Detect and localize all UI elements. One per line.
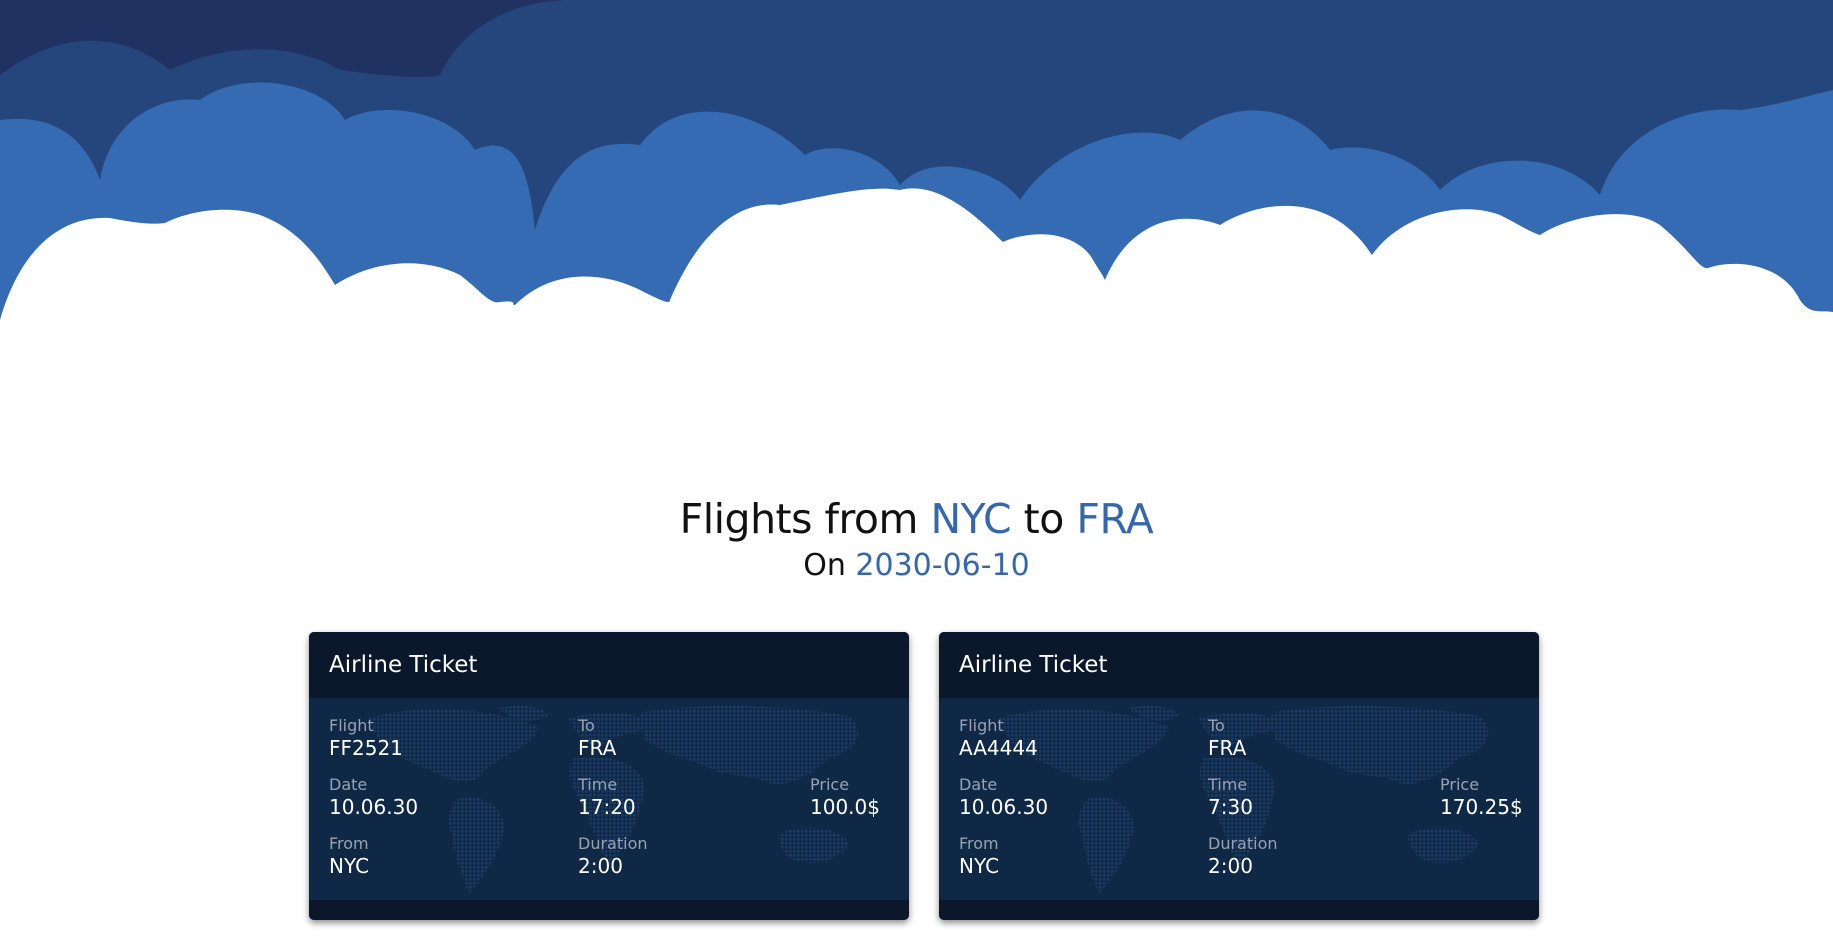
time-field: Time 7:30 [1208, 775, 1253, 820]
cloud-banner [0, 0, 1833, 340]
cloud-layer-back-2 [980, 3, 1833, 80]
search-date: 2030-06-10 [855, 548, 1030, 583]
duration-value: 2:00 [578, 854, 623, 878]
ticket-header: Airline Ticket [939, 632, 1539, 698]
ticket-card[interactable]: Airline Ticket Flight FF2521 To FRA Date… [309, 632, 909, 920]
ticket-body: Flight AA4444 To FRA Date 10.06.30 Time … [939, 698, 1539, 900]
page-title: Flights from NYC to FRA [0, 492, 1833, 546]
flight-field: Flight FF2521 [329, 716, 403, 761]
date-field: Date 10.06.30 [329, 775, 418, 820]
duration-value: 2:00 [1208, 854, 1253, 878]
to-value: FRA [1208, 736, 1247, 760]
price-field: Price 170.25$ [1440, 775, 1523, 820]
date-prefix: On [803, 548, 846, 583]
origin-code: NYC [930, 495, 1012, 543]
duration-label: Duration [1208, 834, 1278, 853]
destination-code: FRA [1076, 495, 1154, 543]
to-value: FRA [578, 736, 617, 760]
time-label: Time [1208, 775, 1248, 794]
time-label: Time [578, 775, 618, 794]
ticket-body: Flight FF2521 To FRA Date 10.06.30 Time … [309, 698, 909, 900]
duration-field: Duration 2:00 [1208, 834, 1278, 879]
title-mid: to [1023, 495, 1065, 543]
price-field: Price 100.0$ [810, 775, 880, 820]
price-label: Price [810, 775, 850, 794]
date-field: Date 10.06.30 [959, 775, 1048, 820]
price-value: 170.25$ [1440, 795, 1523, 819]
from-label: From [959, 834, 999, 853]
flight-label: Flight [329, 716, 374, 735]
time-value: 7:30 [1208, 795, 1253, 819]
to-field: To FRA [578, 716, 616, 761]
flight-number: FF2521 [329, 736, 403, 760]
ticket-header: Airline Ticket [309, 632, 909, 698]
date-label: Date [329, 775, 368, 794]
from-field: From NYC [329, 834, 369, 879]
flight-number: AA4444 [959, 736, 1038, 760]
date-label: Date [959, 775, 998, 794]
date-value: 10.06.30 [959, 795, 1049, 819]
price-label: Price [1440, 775, 1480, 794]
duration-label: Duration [578, 834, 648, 853]
from-field: From NYC [959, 834, 999, 879]
to-label: To [1208, 716, 1225, 735]
page-subtitle: On 2030-06-10 [0, 546, 1833, 586]
time-value: 17:20 [578, 795, 636, 819]
flight-field: Flight AA4444 [959, 716, 1038, 761]
ticket-footer [939, 900, 1539, 920]
to-label: To [578, 716, 595, 735]
from-value: NYC [959, 854, 1000, 878]
date-value: 10.06.30 [329, 795, 419, 819]
from-value: NYC [329, 854, 370, 878]
duration-field: Duration 2:00 [578, 834, 648, 879]
search-summary: Flights from NYC to FRA On 2030-06-10 [0, 492, 1833, 586]
ticket-footer [309, 900, 909, 920]
from-label: From [329, 834, 369, 853]
ticket-card[interactable]: Airline Ticket Flight AA4444 To FRA Date… [939, 632, 1539, 920]
time-field: Time 17:20 [578, 775, 636, 820]
to-field: To FRA [1208, 716, 1246, 761]
price-value: 100.0$ [810, 795, 880, 819]
title-prefix: Flights from [679, 495, 919, 543]
flight-label: Flight [959, 716, 1004, 735]
